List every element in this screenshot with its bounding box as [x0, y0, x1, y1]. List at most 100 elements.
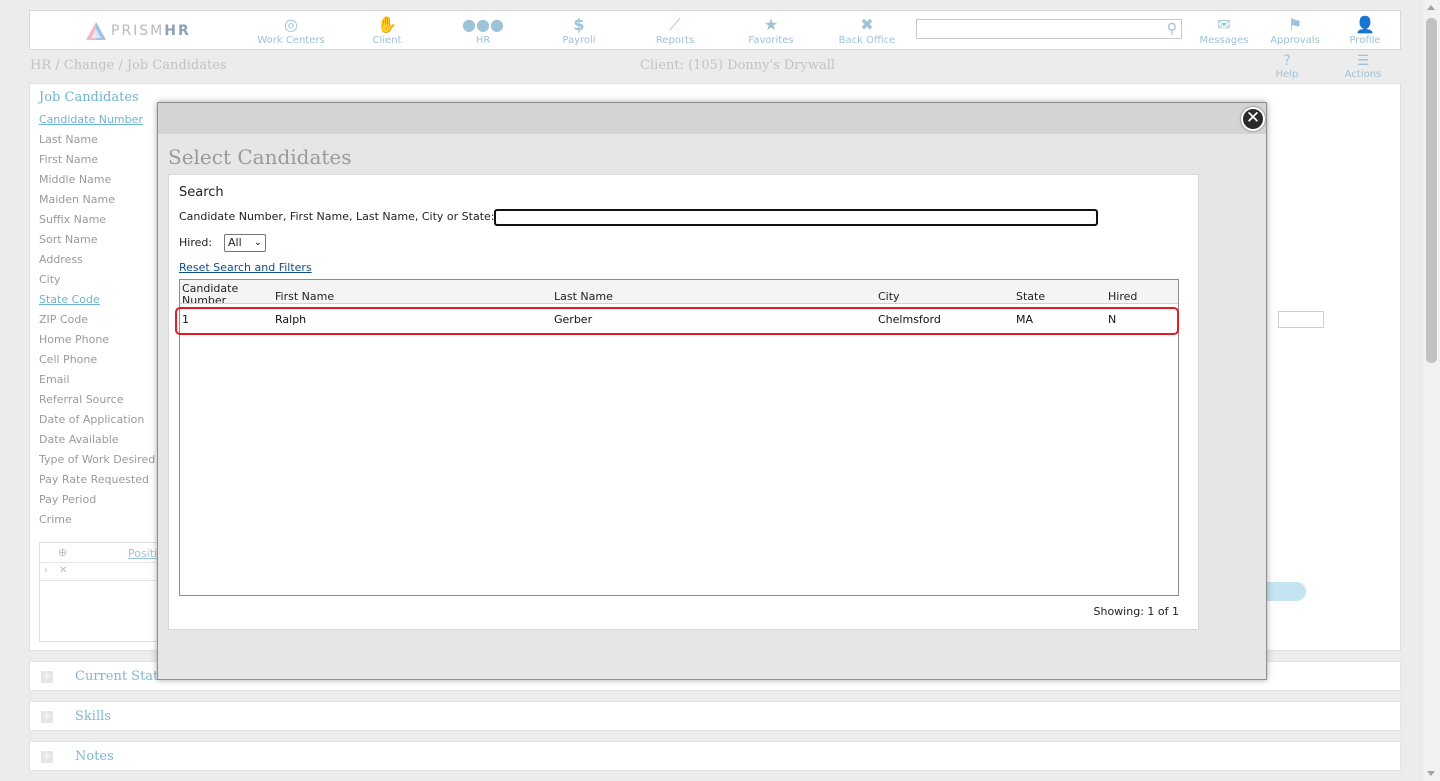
field-candidate-number[interactable]: Candidate Number: [39, 113, 143, 126]
row-highlight-annotation: [175, 307, 1179, 335]
scroll-up-icon[interactable]: [1427, 5, 1435, 10]
field-city: City: [39, 273, 61, 286]
flag-icon: ⚑: [1287, 15, 1303, 34]
close-icon[interactable]: ✕: [1241, 107, 1265, 131]
field-zip-code: ZIP Code: [39, 313, 89, 326]
col-hired[interactable]: Hired: [1108, 290, 1137, 303]
field-date-of-application: Date of Application: [39, 413, 145, 426]
menu-icon: ☰: [1356, 53, 1370, 69]
field-state-code[interactable]: State Code: [39, 293, 100, 306]
field-last-name: Last Name: [39, 133, 98, 146]
expand-icon[interactable]: +: [41, 751, 53, 763]
section-label: Skills: [75, 709, 111, 724]
add-row-icon[interactable]: ⊕: [58, 546, 67, 559]
table-header: Candidate Number First Name Last Name Ci…: [180, 280, 1178, 304]
close-icon[interactable]: ✕: [59, 565, 67, 576]
field-middle-name: Middle Name: [39, 173, 112, 186]
nav-label: Approvals: [1270, 35, 1320, 46]
handshake-icon: ✋: [377, 15, 397, 34]
nav-label: Reports: [655, 35, 695, 46]
question-icon: ?: [1283, 53, 1291, 69]
chart-icon: ⟋: [669, 15, 681, 34]
star-icon: ★: [763, 15, 779, 34]
chevron-right-icon[interactable]: ›: [44, 565, 48, 576]
col-state[interactable]: State: [1016, 290, 1045, 303]
nav-label: Work Centers: [257, 35, 325, 46]
field-sort-name: Sort Name: [39, 233, 98, 246]
table-row[interactable]: 1 Ralph Gerber Chelmsford MA N: [175, 307, 1179, 335]
help-button[interactable]: ? Help: [1257, 53, 1317, 80]
col-city[interactable]: City: [878, 290, 900, 303]
field-address: Address: [39, 253, 83, 266]
search-icon[interactable]: ⚲: [1167, 21, 1177, 37]
nav-favorites[interactable]: ★ Favorites: [731, 15, 811, 46]
nav-approvals[interactable]: ⚑ Approvals: [1255, 15, 1335, 46]
modal-titlebar[interactable]: [158, 103, 1266, 134]
field-type-of-work: Type of Work Desired: [39, 453, 156, 466]
user-icon: 👤: [1355, 15, 1375, 34]
expand-icon[interactable]: +: [41, 671, 53, 683]
field-pay-rate: Pay Rate Requested: [39, 473, 150, 486]
nav-messages[interactable]: ✉ Messages: [1184, 15, 1264, 46]
actions-label: Actions: [1344, 69, 1382, 80]
scrollbar-thumb[interactable]: [1426, 18, 1437, 363]
nav-label: Payroll: [562, 35, 596, 46]
nav-label: Client: [372, 35, 402, 46]
nav-work-centers[interactable]: ◎ Work Centers: [251, 15, 331, 46]
logo-text: PRISMHR: [111, 23, 191, 39]
positions-column-link[interactable]: Positi: [128, 547, 157, 560]
nav-client[interactable]: ✋ Client: [347, 15, 427, 46]
candidate-search-input[interactable]: [494, 209, 1098, 226]
dollar-icon: $: [573, 15, 585, 34]
actions-button[interactable]: ☰ Actions: [1333, 53, 1393, 80]
nav-payroll[interactable]: $ Payroll: [539, 15, 619, 46]
field-maiden-name: Maiden Name: [39, 193, 115, 206]
field-cell-phone: Cell Phone: [39, 353, 98, 366]
form-right-input[interactable]: [1278, 311, 1324, 328]
field-pay-period: Pay Period: [39, 493, 97, 506]
field-date-available: Date Available: [39, 433, 119, 446]
section-skills[interactable]: + Skills: [29, 701, 1401, 731]
search-panel: Search Candidate Number, First Name, Las…: [168, 174, 1199, 630]
page-scrollbar[interactable]: [1423, 0, 1440, 781]
search-heading: Search: [179, 185, 224, 200]
nav-reports[interactable]: ⟋ Reports: [635, 15, 715, 46]
nav-label: Messages: [1199, 35, 1249, 46]
form-title: Job Candidates: [39, 90, 139, 105]
chevron-down-icon: ⌄: [253, 237, 262, 248]
col-first-name[interactable]: First Name: [275, 290, 334, 303]
nav-label: Back Office: [838, 35, 896, 46]
hired-label: Hired:: [179, 236, 213, 249]
col-last-name[interactable]: Last Name: [554, 290, 613, 303]
section-notes[interactable]: + Notes: [29, 741, 1401, 771]
target-icon: ◎: [284, 15, 298, 34]
scroll-down-icon[interactable]: [1427, 771, 1435, 776]
candidates-table: Candidate Number First Name Last Name Ci…: [175, 279, 1179, 596]
field-home-phone: Home Phone: [39, 333, 110, 346]
nav-label: HR: [475, 35, 491, 46]
nav-profile[interactable]: 👤 Profile: [1325, 15, 1405, 46]
reset-search-link[interactable]: Reset Search and Filters: [179, 261, 312, 274]
hired-filter-select[interactable]: All ⌄: [224, 234, 266, 252]
field-crime: Crime: [39, 513, 72, 526]
hired-select-value: All: [228, 236, 242, 249]
field-referral-source: Referral Source: [39, 393, 124, 406]
nav-hr[interactable]: ●●● HR: [443, 15, 523, 46]
nav-label: Profile: [1349, 35, 1381, 46]
nav-back-office[interactable]: ✖ Back Office: [827, 15, 907, 46]
select-candidates-modal: ✕ Select Candidates Search Candidate Num…: [157, 102, 1267, 680]
col-candidate-number[interactable]: Candidate Number: [182, 283, 252, 304]
modal-title: Select Candidates: [168, 145, 352, 169]
criteria-label: Candidate Number, First Name, Last Name,…: [179, 210, 495, 223]
section-label: Notes: [75, 749, 114, 764]
tools-icon: ✖: [860, 15, 874, 34]
field-suffix-name: Suffix Name: [39, 213, 107, 226]
field-first-name: First Name: [39, 153, 99, 166]
top-nav-bar: PRISMHR ◎ Work Centers ✋ Client ●●● HR $…: [29, 10, 1401, 50]
prismhr-logo[interactable]: PRISMHR: [85, 21, 191, 41]
expand-icon[interactable]: +: [41, 711, 53, 723]
field-email: Email: [39, 373, 70, 386]
global-search-input[interactable]: ⚲: [916, 19, 1182, 39]
people-icon: ●●●: [462, 15, 504, 34]
record-count: Showing: 1 of 1: [1093, 605, 1180, 618]
